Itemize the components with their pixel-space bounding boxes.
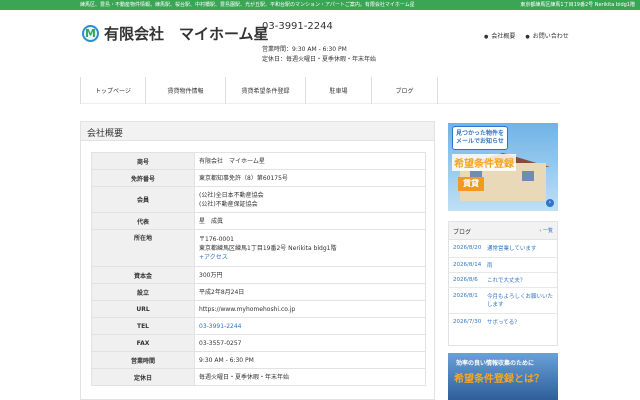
table-row: 会員 (公社)全日本不動産協会 (公社)不動産保証協会: [91, 186, 426, 213]
banner-tag: 賃貸: [458, 177, 484, 191]
banner-headline: 希望条件登録とは？: [454, 374, 544, 385]
row-label: 定休日: [91, 368, 195, 386]
row-value: 平成2年8月24日: [194, 283, 426, 301]
site-description: 練馬区、豊島・不動産物件情報。練馬駅、桜台駅、中村橋駅、豊島園駅、光が丘駅、平和…: [80, 2, 415, 8]
blog-entry[interactable]: 2026/8/6 これで大丈夫？: [449, 273, 557, 288]
header-address: 東京都練馬区練馬1丁目19番2号 Nerikita bldg1階: [520, 2, 635, 8]
rental-alert-banner[interactable]: 見つかった物件を メールでお知らせ 希望条件登録 賃貸 ›: [448, 123, 558, 211]
nav-rental-conditions[interactable]: 賃貸希望条件登録: [226, 77, 306, 104]
blog-entry-title: 雨: [487, 263, 493, 269]
blog-entry[interactable]: 2026/8/14 雨: [449, 258, 557, 273]
tel-link[interactable]: 03-3991-2244: [199, 323, 242, 330]
table-row: 所在地 〒176-0001 東京都練馬区練馬1丁目19番2号 Nerikita …: [91, 229, 426, 267]
bullet-icon: ●: [484, 34, 489, 40]
table-row: 免許番号 東京都知事免許（8）第60175号: [91, 169, 426, 187]
row-value: 300万円: [194, 266, 426, 284]
blog-entry[interactable]: 2026/8/20 通常営業しています: [449, 240, 557, 258]
row-value: 東京都知事免許（8）第60175号: [194, 169, 426, 187]
blog-all-link[interactable]: › 一覧: [539, 227, 553, 234]
row-value: 毎週火曜日・夏季休暇・年末年始: [194, 368, 426, 386]
table-row: 設立 平成2年8月24日: [91, 283, 426, 301]
table-row: 資本金 300万円: [91, 266, 426, 284]
row-label: 会員: [91, 186, 195, 213]
row-value: 有限会社 マイホーム星: [194, 152, 426, 170]
nav-blog[interactable]: ブログ: [372, 77, 438, 104]
table-row: FAX 03-3557-0257: [91, 334, 426, 352]
section-title: 会社概要: [81, 122, 434, 141]
blog-date: 2026/8/6: [453, 277, 478, 283]
row-value: 03-3557-0257: [194, 334, 426, 352]
row-label: 商号: [91, 152, 195, 170]
row-value: 03-3991-2244: [194, 317, 426, 335]
blog-entry-title: これで大丈夫？: [487, 278, 526, 284]
site-logo[interactable]: M 有限会社 マイホーム星: [82, 23, 269, 44]
top-bar: 練馬区、豊島・不動産物件情報。練馬駅、桜台駅、中村橋駅、豊島園駅、光が丘駅、平和…: [0, 0, 640, 10]
blog-date: 2026/8/14: [453, 262, 482, 268]
table-row: 営業時間 9:30 AM - 6:30 PM: [91, 351, 426, 369]
blog-entry[interactable]: 2026/8/1 今月もよろしくお願いいたします: [449, 288, 557, 314]
banner-speech: 見つかった物件を メールでお知らせ: [452, 126, 508, 150]
access-link[interactable]: +アクセス: [199, 253, 421, 262]
row-label: 所在地: [91, 229, 195, 267]
table-row: 代表 星 成眞: [91, 212, 426, 230]
row-label: 代表: [91, 212, 195, 230]
nav-top[interactable]: トップページ: [80, 77, 146, 104]
blog-entry[interactable]: 2026/7/30 サボってる？: [449, 314, 557, 332]
company-name: 有限会社 マイホーム星: [104, 25, 269, 43]
company-profile-section: 会社概要 商号 有限会社 マイホーム星 免許番号 東京都知事免許（8）第6017…: [80, 121, 435, 400]
row-label: 営業時間: [91, 351, 195, 369]
row-label: TEL: [91, 317, 195, 335]
blog-date: 2026/8/20: [453, 245, 482, 251]
row-label: FAX: [91, 334, 195, 352]
global-nav: トップページ 賃貸物件情報 賃貸希望条件登録 駐車場 ブログ: [80, 77, 560, 104]
holidays: 定休日：毎週火曜日・夏季休暇・年末年始: [262, 56, 377, 63]
table-row: TEL 03-3991-2244: [91, 317, 426, 335]
company-profile-link[interactable]: ● 会社概要: [484, 31, 515, 40]
row-label: 資本金: [91, 266, 195, 284]
blog-date: 2026/7/30: [453, 319, 482, 325]
nav-parking[interactable]: 駐車場: [306, 77, 372, 104]
row-value: (公社)全日本不動産協会 (公社)不動産保証協会: [194, 186, 426, 213]
company-info-table: 商号 有限会社 マイホーム星 免許番号 東京都知事免許（8）第60175号 会員…: [91, 152, 426, 386]
row-label: 設立: [91, 283, 195, 301]
blog-header: ブログ › 一覧: [449, 222, 557, 240]
row-value: 星 成眞: [194, 212, 426, 230]
row-value: 〒176-0001 東京都練馬区練馬1丁目19番2号 Nerikita bldg…: [194, 229, 426, 267]
banner-caption: 効率の良い情報収集のために: [456, 360, 535, 367]
arrow-right-icon: ›: [546, 199, 554, 207]
blog-widget: ブログ › 一覧 2026/8/20 通常営業しています 2026/8/14 雨…: [448, 221, 558, 346]
conditions-info-banner[interactable]: 効率の良い情報収集のために 希望条件登録とは？: [448, 353, 558, 400]
row-label: URL: [91, 300, 195, 318]
header-hours: 営業時間：9:30 AM - 6:30 PM 定休日：毎週火曜日・夏季休暇・年末…: [262, 45, 376, 65]
nav-rental-listings[interactable]: 賃貸物件情報: [146, 77, 226, 104]
table-row: 定休日 毎週火曜日・夏季休暇・年末年始: [91, 368, 426, 386]
banner-headline: 希望条件登録: [452, 154, 516, 171]
header-phone: 03-3991-2244: [262, 21, 333, 32]
blog-entry-title: サボってる？: [487, 320, 520, 326]
logo-m-icon: M: [82, 25, 99, 42]
utility-links: ● 会社概要 ● お問い合わせ: [484, 31, 569, 40]
contact-link[interactable]: ● お問い合わせ: [525, 31, 568, 40]
business-hours: 営業時間：9:30 AM - 6:30 PM: [262, 46, 347, 53]
table-row: URL https://www.myhomehoshi.co.jp: [91, 300, 426, 318]
row-label: 免許番号: [91, 169, 195, 187]
blog-entry-title: 今月もよろしくお願いいたします: [487, 294, 554, 308]
table-row: 商号 有限会社 マイホーム星: [91, 152, 426, 170]
blog-date: 2026/8/1: [453, 293, 478, 299]
blog-title: ブログ: [453, 229, 472, 236]
row-value: 9:30 AM - 6:30 PM: [194, 351, 426, 369]
bullet-icon: ●: [525, 34, 530, 40]
blog-entry-title: 通常営業しています: [487, 246, 537, 252]
row-value: https://www.myhomehoshi.co.jp: [194, 300, 426, 318]
